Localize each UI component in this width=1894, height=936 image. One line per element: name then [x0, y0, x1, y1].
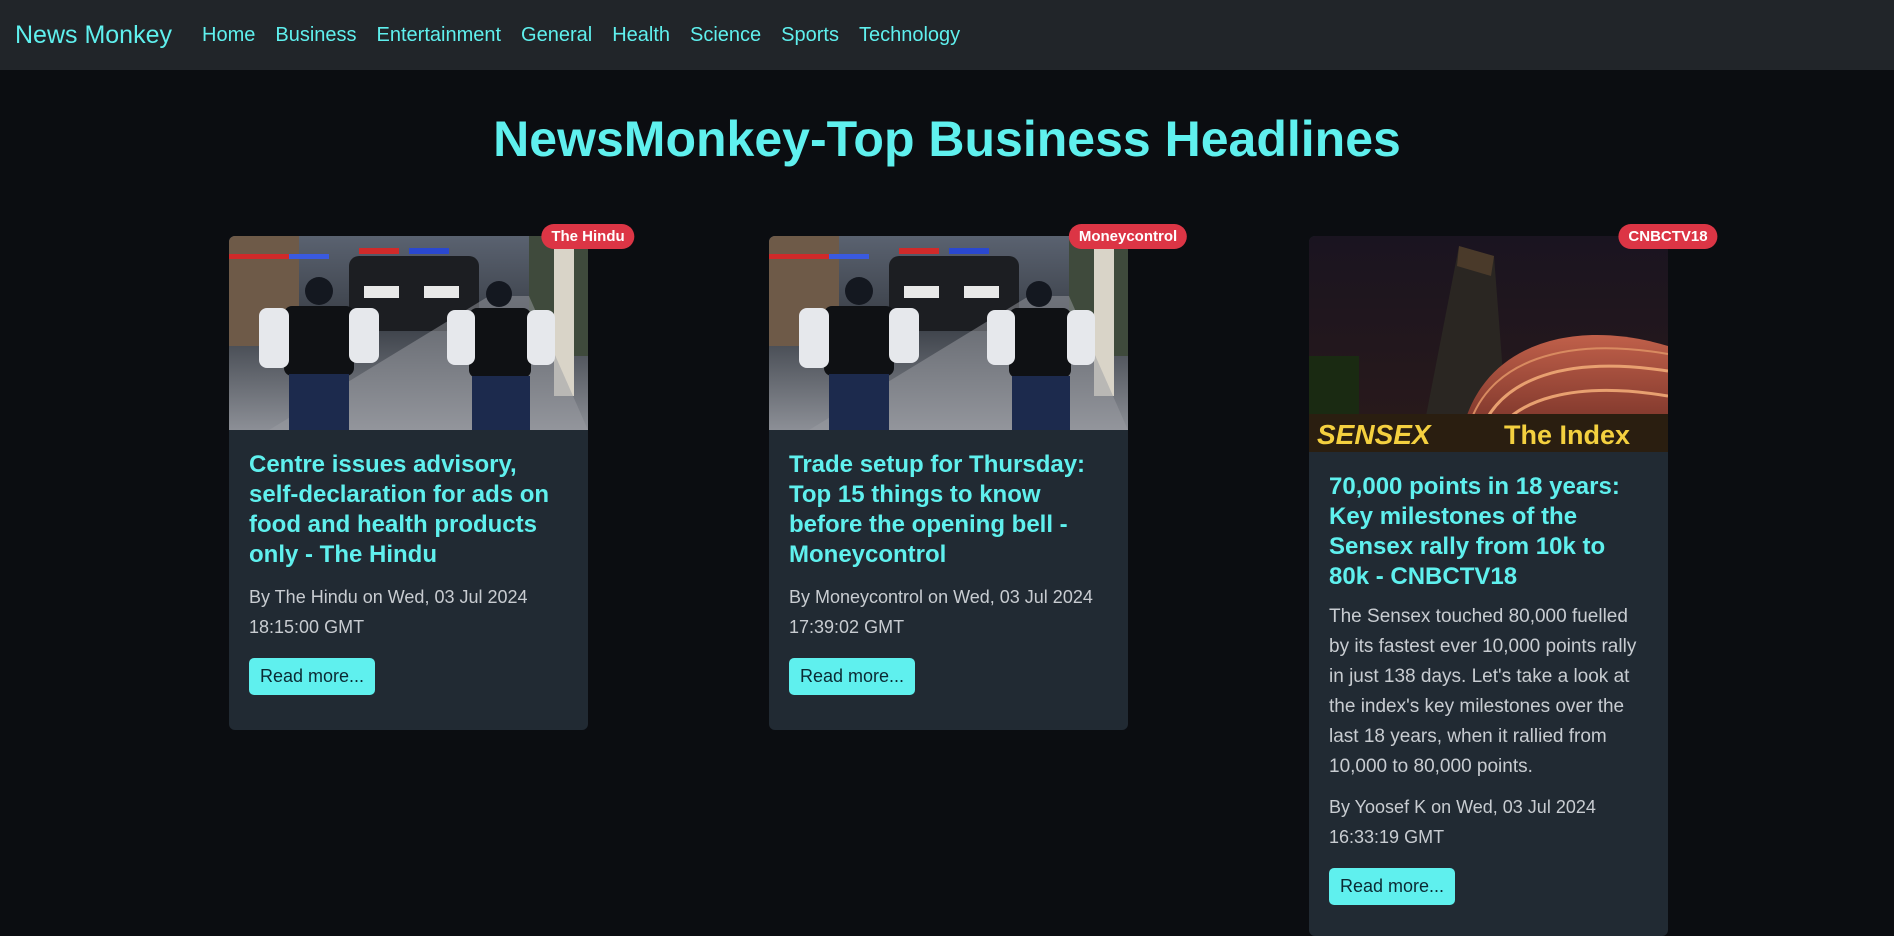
nav-link-home[interactable]: Home — [202, 24, 255, 47]
article-image — [229, 236, 588, 430]
article-title[interactable]: 70,000 points in 18 years: Key milestone… — [1329, 472, 1648, 592]
card-body: Trade setup for Thursday: Top 15 things … — [769, 430, 1128, 715]
article-image: SENSEX The Index — [1309, 236, 1668, 452]
news-card: CNBCTV18 SENSEX The Index 70,000 points … — [1309, 224, 1718, 936]
police-officers-photo — [229, 236, 588, 430]
nav-link-health[interactable]: Health — [612, 24, 670, 47]
source-badge: CNBCTV18 — [1618, 224, 1718, 249]
nav-link-business[interactable]: Business — [275, 24, 356, 47]
read-more-button[interactable]: Read more... — [789, 658, 916, 695]
nav-link-sports[interactable]: Sports — [781, 24, 839, 47]
source-badge: Moneycontrol — [1068, 224, 1188, 249]
article-meta: By The Hindu on Wed, 03 Jul 2024 18:15:0… — [249, 587, 528, 637]
article-description: The Sensex touched 80,000 fuelled by its… — [1329, 606, 1637, 777]
page-title: NewsMonkey-Top Business Headlines — [493, 111, 1401, 167]
article-title[interactable]: Centre issues advisory, self-declaration… — [249, 450, 568, 570]
read-more-button[interactable]: Read more... — [249, 658, 376, 695]
source-badge: The Hindu — [541, 224, 635, 249]
card-body: Centre issues advisory, self-declaration… — [229, 430, 588, 715]
brand-link[interactable]: News Monkey — [15, 21, 172, 50]
nav-link-entertainment[interactable]: Entertainment — [377, 24, 502, 47]
article-meta: By Moneycontrol on Wed, 03 Jul 2024 17:3… — [789, 587, 1093, 637]
navbar: News Monkey Home Business Entertainment … — [0, 0, 1894, 70]
nav-link-technology[interactable]: Technology — [859, 24, 960, 47]
police-officers-photo — [769, 236, 1128, 430]
card-body: 70,000 points in 18 years: Key milestone… — [1309, 452, 1668, 925]
read-more-button[interactable]: Read more... — [1329, 868, 1456, 905]
sensex-building-photo: SENSEX The Index — [1309, 236, 1668, 452]
article-meta: By Yoosef K on Wed, 03 Jul 2024 16:33:19… — [1329, 797, 1596, 847]
nav-link-science[interactable]: Science — [690, 24, 761, 47]
index-sign-text: The Index — [1504, 420, 1630, 450]
news-card: Moneycontrol Trade setup for Thursday: T… — [769, 224, 1188, 730]
article-title[interactable]: Trade setup for Thursday: Top 15 things … — [789, 450, 1108, 570]
nav-link-general[interactable]: General — [521, 24, 592, 47]
sensex-sign-text: SENSEX — [1317, 419, 1433, 450]
nav-links: Home Business Entertainment General Heal… — [192, 24, 970, 47]
news-card: The Hindu Centre issues advisory, self-d… — [229, 224, 635, 730]
article-image — [769, 236, 1128, 430]
